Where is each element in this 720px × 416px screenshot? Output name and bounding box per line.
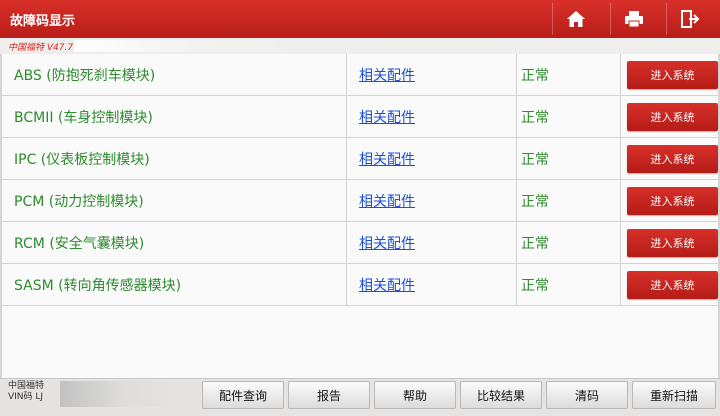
vehicle-vin: VIN码 LJ bbox=[8, 392, 44, 402]
table-row: SASM (转向角传感器模块) 相关配件 正常 进入系统 bbox=[2, 264, 718, 306]
parts-cell: 相关配件 bbox=[347, 96, 517, 138]
print-button[interactable] bbox=[610, 3, 656, 35]
parts-query-button[interactable]: 配件查询 bbox=[202, 381, 284, 409]
enter-system-button[interactable]: 进入系统 bbox=[627, 187, 718, 215]
module-name: RCM (安全气囊模块) bbox=[2, 222, 347, 264]
software-version: 中国福特 V47.7 bbox=[8, 43, 74, 53]
module-name: PCM (动力控制模块) bbox=[2, 180, 347, 222]
related-parts-link[interactable]: 相关配件 bbox=[359, 275, 415, 295]
action-cell: 进入系统 bbox=[621, 138, 718, 180]
module-name: ABS (防抱死刹车模块) bbox=[2, 54, 347, 96]
parts-cell: 相关配件 bbox=[347, 138, 517, 180]
module-status: 正常 bbox=[517, 180, 621, 222]
table-row: ABS (防抱死刹车模块) 相关配件 正常 进入系统 bbox=[2, 54, 718, 96]
home-icon bbox=[566, 11, 585, 27]
action-cell: 进入系统 bbox=[621, 180, 718, 222]
vehicle-brand: 中国福特 bbox=[8, 381, 45, 391]
home-button[interactable] bbox=[552, 3, 598, 35]
related-parts-link[interactable]: 相关配件 bbox=[359, 233, 415, 253]
module-status: 正常 bbox=[517, 54, 621, 96]
action-cell: 进入系统 bbox=[621, 264, 718, 306]
parts-cell: 相关配件 bbox=[347, 54, 517, 96]
page-title: 故障码显示 bbox=[10, 14, 76, 29]
enter-system-button[interactable]: 进入系统 bbox=[627, 229, 718, 257]
enter-system-button[interactable]: 进入系统 bbox=[627, 271, 718, 299]
clear-codes-button[interactable]: 清码 bbox=[546, 381, 628, 409]
enter-system-button[interactable]: 进入系统 bbox=[627, 103, 718, 131]
compare-results-button[interactable]: 比较结果 bbox=[460, 381, 542, 409]
action-cell: 进入系统 bbox=[621, 96, 718, 138]
parts-cell: 相关配件 bbox=[347, 264, 517, 306]
exit-icon bbox=[680, 10, 699, 28]
enter-system-button[interactable]: 进入系统 bbox=[627, 145, 718, 173]
redacted-vin bbox=[60, 381, 180, 407]
parts-cell: 相关配件 bbox=[347, 180, 517, 222]
enter-system-button[interactable]: 进入系统 bbox=[627, 61, 718, 89]
report-button[interactable]: 报告 bbox=[288, 381, 370, 409]
module-status: 正常 bbox=[517, 96, 621, 138]
version-bar: 中国福特 V47.7 bbox=[0, 38, 720, 54]
related-parts-link[interactable]: 相关配件 bbox=[359, 149, 415, 169]
module-name: BCMII (车身控制模块) bbox=[2, 96, 347, 138]
table-row: PCM (动力控制模块) 相关配件 正常 进入系统 bbox=[2, 180, 718, 222]
table-row: BCMII (车身控制模块) 相关配件 正常 进入系统 bbox=[2, 96, 718, 138]
vehicle-info: 中国福特 VIN码 LJ bbox=[8, 381, 180, 407]
footer-bar: 中国福特 VIN码 LJ 配件查询 报告 帮助 比较结果 清码 重新扫描 bbox=[0, 378, 720, 416]
title-bar: 故障码显示 bbox=[0, 0, 720, 38]
action-cell: 进入系统 bbox=[621, 54, 718, 96]
action-cell: 进入系统 bbox=[621, 222, 718, 264]
module-status: 正常 bbox=[517, 264, 621, 306]
module-name: SASM (转向角传感器模块) bbox=[2, 264, 347, 306]
related-parts-link[interactable]: 相关配件 bbox=[359, 107, 415, 127]
related-parts-link[interactable]: 相关配件 bbox=[359, 191, 415, 211]
related-parts-link[interactable]: 相关配件 bbox=[359, 65, 415, 85]
parts-cell: 相关配件 bbox=[347, 222, 517, 264]
help-button[interactable]: 帮助 bbox=[374, 381, 456, 409]
module-status: 正常 bbox=[517, 222, 621, 264]
table-empty-area bbox=[2, 306, 718, 378]
module-status: 正常 bbox=[517, 138, 621, 180]
print-icon bbox=[624, 11, 643, 28]
exit-button[interactable] bbox=[666, 3, 712, 35]
table-row: IPC (仪表板控制模块) 相关配件 正常 进入系统 bbox=[2, 138, 718, 180]
module-name: IPC (仪表板控制模块) bbox=[2, 138, 347, 180]
table-row: RCM (安全气囊模块) 相关配件 正常 进入系统 bbox=[2, 222, 718, 264]
redacted-area bbox=[74, 40, 314, 52]
rescan-button[interactable]: 重新扫描 bbox=[632, 381, 716, 409]
module-table: ABS (防抱死刹车模块) 相关配件 正常 进入系统 BCMII (车身控制模块) 相关配… bbox=[2, 54, 718, 306]
